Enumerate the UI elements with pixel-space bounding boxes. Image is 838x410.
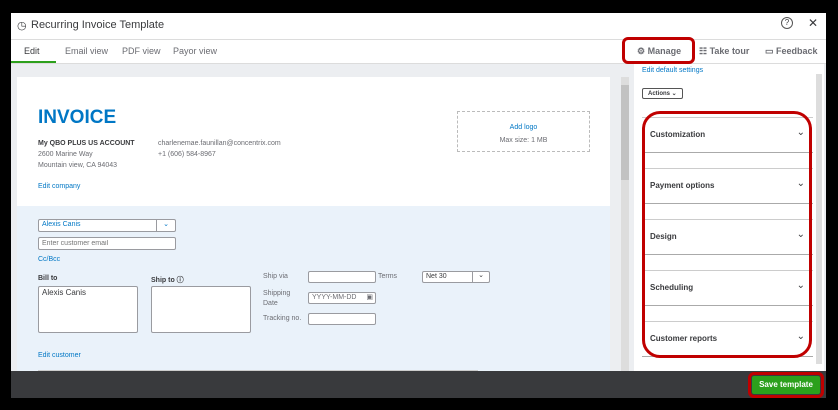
customer-email-input[interactable] [38,237,176,250]
sections-highlight [642,111,812,358]
tab-payor-view[interactable]: Payor view [173,46,217,56]
panel-scrollbar[interactable] [816,74,822,364]
view-tabs: Edit Email view PDF view Payor view ⚙ Ma… [11,40,826,64]
company-email: charlenemae.faunillan@concentrix.com [158,140,281,147]
footer-bar: Save template [11,371,826,398]
customer-section: Alexis Canis ⌄ Cc/Bcc Bill to Alexis Cani… [17,206,610,387]
ship-via-label: Ship via [263,273,288,280]
shipping-date-input[interactable]: YYYY-MM-DD ▣ [308,292,376,304]
ship-to-field[interactable] [151,286,251,333]
tab-pdf-view[interactable]: PDF view [122,46,161,56]
active-tab-indicator [11,61,56,63]
invoice-title: INVOICE [38,107,117,128]
help-icon[interactable]: ? [781,17,793,29]
customer-select-value: Alexis Canis [42,221,81,228]
take-tour-button[interactable]: ☷ Take tour [699,46,749,57]
add-logo-area[interactable]: Add logo Max size: 1 MB [457,111,590,152]
actions-label: Actions [648,91,671,97]
tracking-input[interactable] [308,313,376,325]
chevron-down-icon: ⌄ [156,220,175,231]
info-icon[interactable]: ⓘ [177,277,184,284]
company-phone: +1 (606) 584-8967 [158,151,216,158]
edit-customer-link[interactable]: Edit customer [38,352,81,359]
customer-select[interactable]: Alexis Canis ⌄ [38,219,176,232]
tab-edit[interactable]: Edit [24,46,40,56]
terms-value: Net 30 [426,273,447,280]
company-address1: 2600 Marine Way [38,151,93,158]
tracking-label: Tracking no. [263,315,302,322]
scrollbar-thumb[interactable] [621,85,629,180]
company-address2: Mountain view, CA 94043 [38,162,117,169]
logo-max-size: Max size: 1 MB [499,137,548,144]
edit-default-settings-link[interactable]: Edit default settings [642,67,703,74]
manage-highlight [622,37,695,64]
shipping-date-label: Shipping Date [263,290,291,307]
edit-company-link[interactable]: Edit company [38,183,80,190]
title-bar: ◷ Recurring Invoice Template ? ✕ [11,13,826,40]
add-logo-link[interactable]: Add logo [458,124,589,131]
terms-select[interactable]: Net 30 ⌄ [422,271,490,283]
recurring-invoice-window: ◷ Recurring Invoice Template ? ✕ Edit Em… [11,13,826,398]
shipping-date-placeholder: YYYY-MM-DD [312,294,357,301]
feedback-icon: ▭ [765,46,774,56]
calendar-icon[interactable]: ▣ [366,293,373,301]
chevron-down-icon: ⌄ [472,271,489,282]
ship-to-text: Ship to [151,277,175,284]
company-name: My QBO PLUS US ACCOUNT [38,140,135,147]
terms-label: Terms [378,273,398,280]
feedback-button[interactable]: ▭ Feedback [765,46,818,57]
history-icon: ◷ [17,20,27,32]
ship-to-label: Ship to ⓘ [151,275,184,285]
signpost-icon: ☷ [699,46,708,56]
feedback-label: Feedback [776,46,818,56]
close-icon[interactable]: ✕ [808,16,818,30]
window-title: Recurring Invoice Template [31,19,165,31]
tab-email-view[interactable]: Email view [65,46,108,56]
bill-to-field[interactable]: Alexis Canis [38,286,138,333]
main-scrollbar[interactable] [621,77,629,371]
save-highlight [748,372,824,398]
actions-dropdown[interactable]: Actions ⌄ [642,88,683,99]
invoice-paper: INVOICE My QBO PLUS US ACCOUNT 2600 Mari… [17,77,610,387]
cc-bcc-link[interactable]: Cc/Bcc [38,256,60,263]
ship-via-input[interactable] [308,271,376,283]
take-tour-label: Take tour [709,46,750,56]
bill-to-label: Bill to [38,275,58,282]
